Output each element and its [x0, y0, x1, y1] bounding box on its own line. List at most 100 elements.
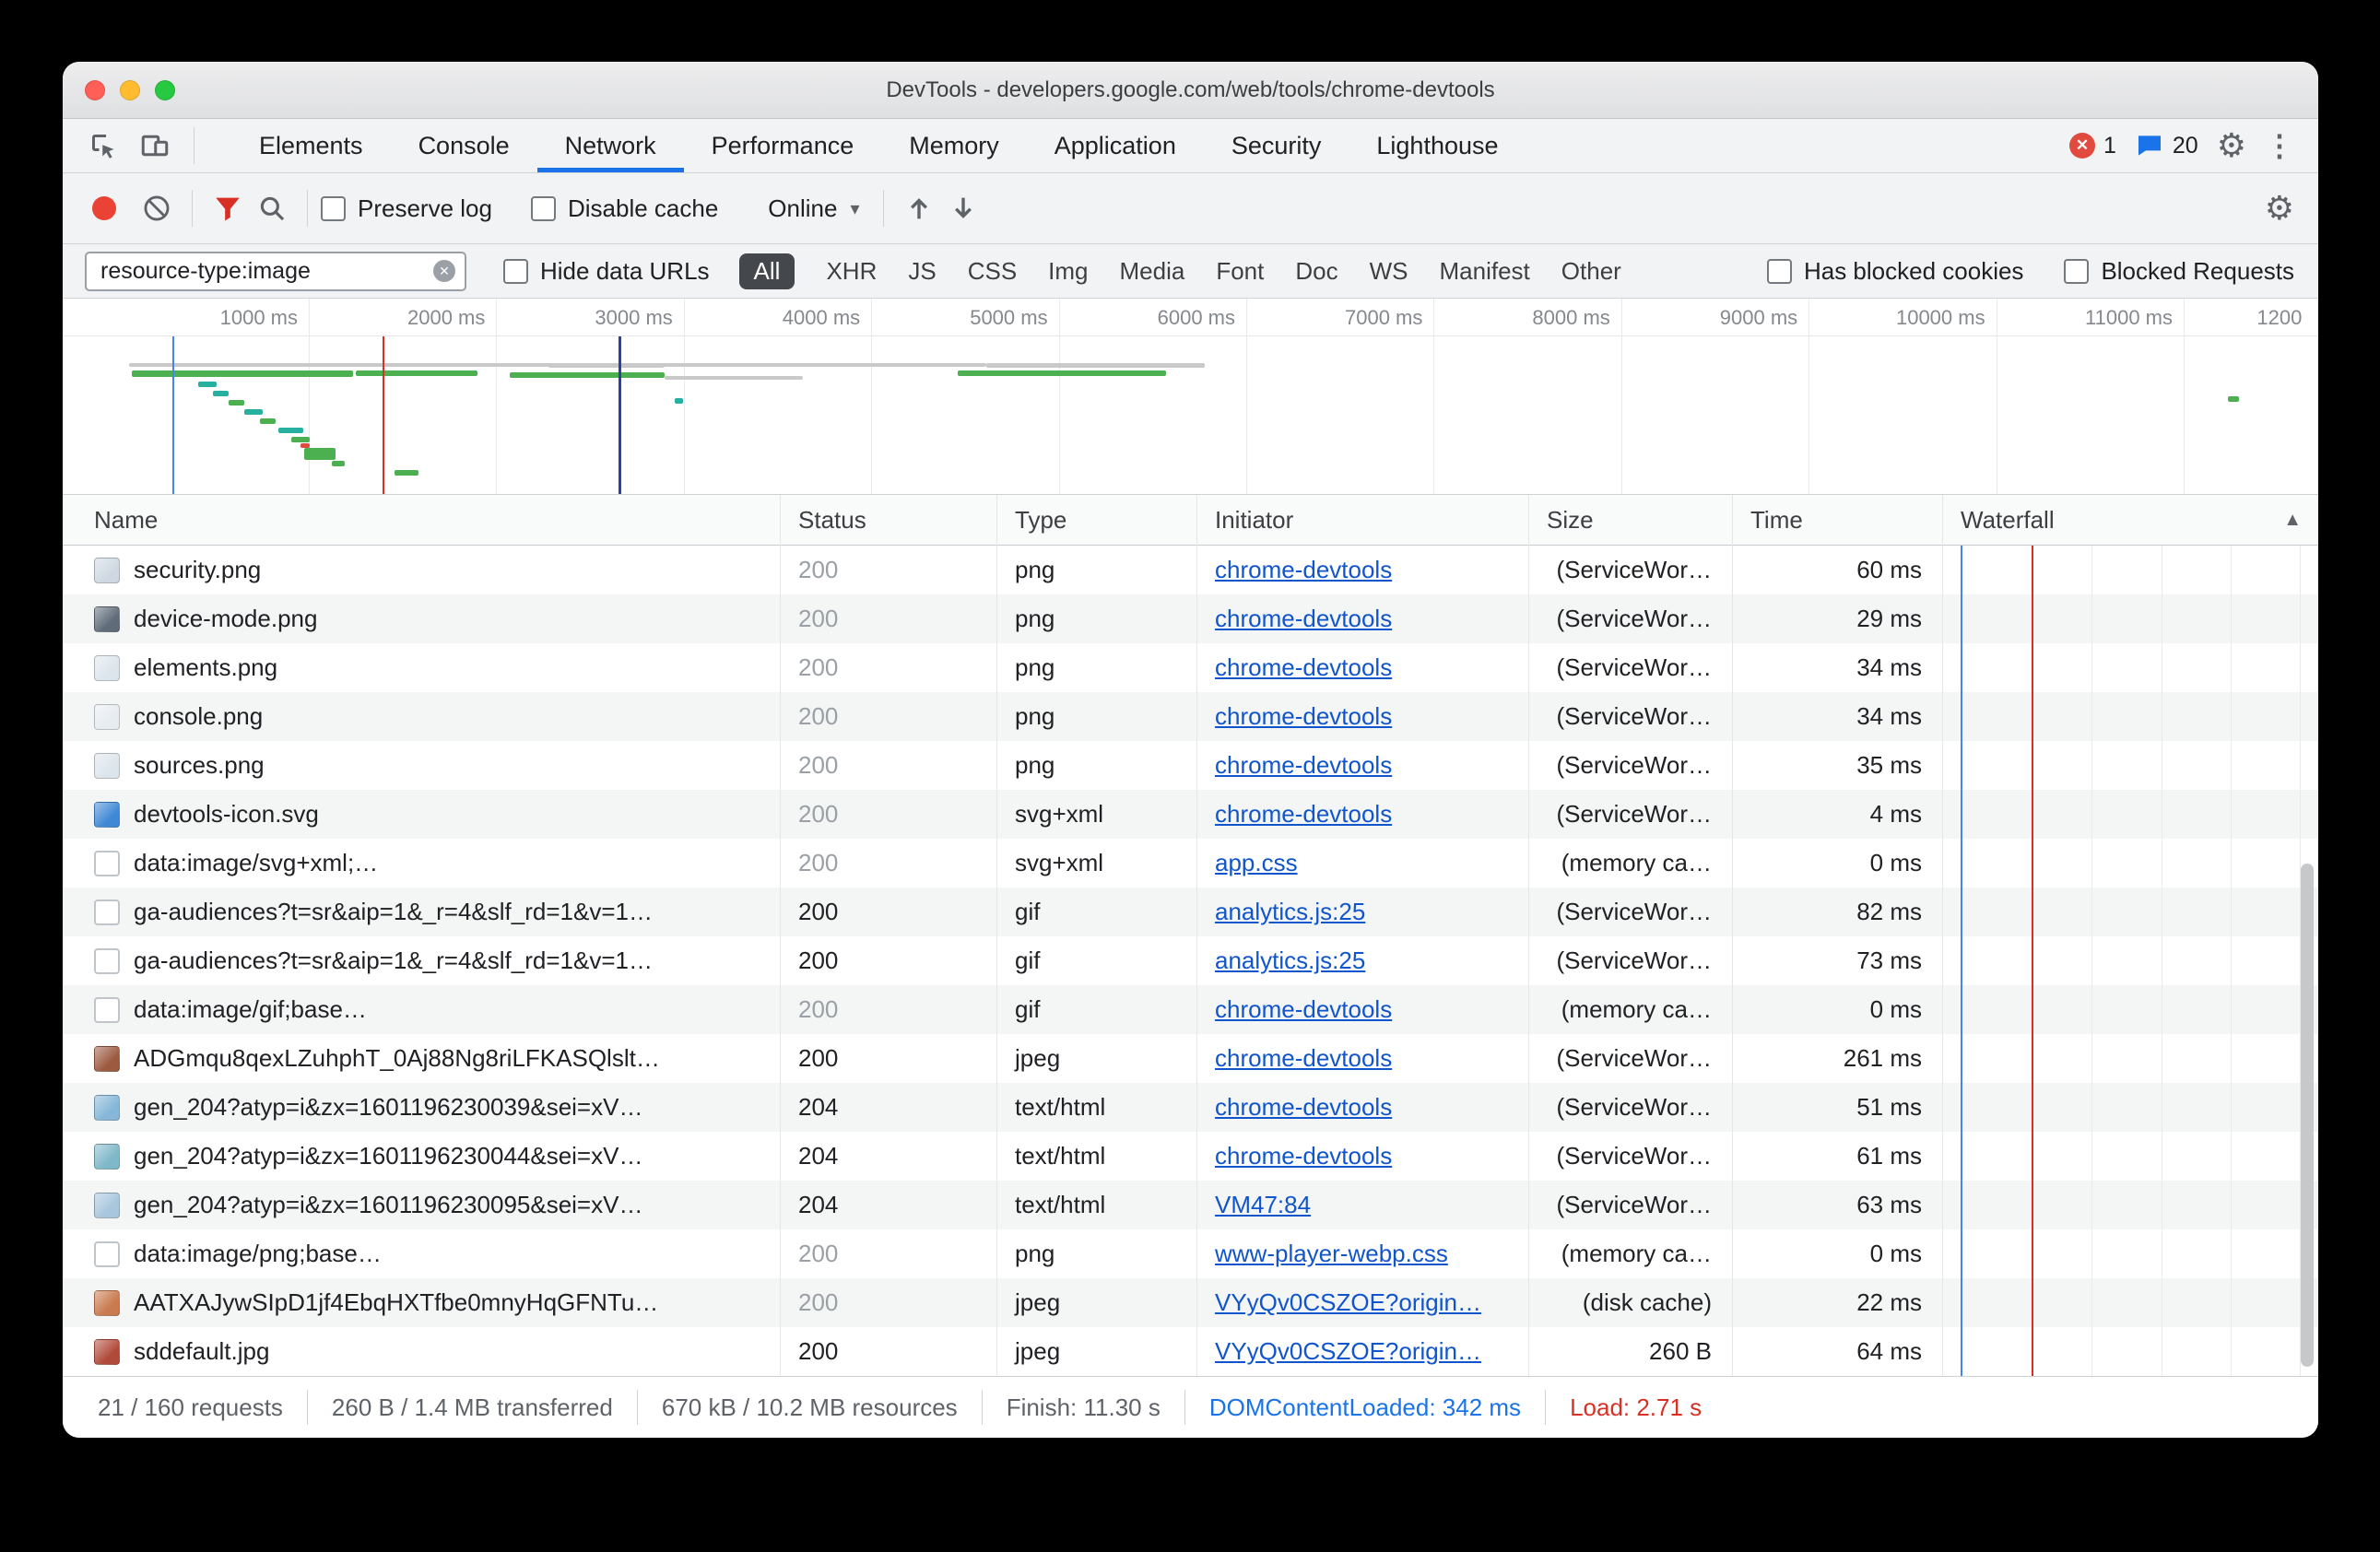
- export-har-button[interactable]: [941, 186, 985, 230]
- initiator-link[interactable]: chrome-devtools: [1215, 751, 1528, 780]
- clear-icon: [141, 193, 172, 224]
- type-filter-other[interactable]: Other: [1561, 257, 1621, 286]
- initiator-link[interactable]: analytics.js:25: [1215, 946, 1528, 975]
- network-settings-gear-icon[interactable]: ⚙: [2265, 192, 2294, 225]
- initiator-link[interactable]: VYyQv0CSZOE?origin…: [1215, 1337, 1528, 1366]
- error-counter[interactable]: ✕ 1: [2069, 133, 2116, 159]
- initiator-cell: VM47:84: [1196, 1191, 1528, 1219]
- hide-data-urls-checkbox[interactable]: [503, 259, 528, 284]
- table-row[interactable]: gen_204?atyp=i&zx=1601196230044&sei=xV…2…: [63, 1132, 2318, 1181]
- initiator-link[interactable]: chrome-devtools: [1215, 1093, 1528, 1122]
- table-row[interactable]: data:image/png;base…200pngwww-player-web…: [63, 1229, 2318, 1278]
- type-filter-ws[interactable]: WS: [1370, 257, 1408, 286]
- import-har-button[interactable]: [897, 186, 941, 230]
- type-filter-css[interactable]: CSS: [968, 257, 1017, 286]
- settings-gear-icon[interactable]: ⚙: [2217, 129, 2246, 162]
- clear-network-log-button[interactable]: [135, 186, 179, 230]
- filter-input[interactable]: [85, 252, 466, 291]
- initiator-link[interactable]: chrome-devtools: [1215, 995, 1528, 1024]
- column-header-name[interactable]: Name: [63, 506, 780, 535]
- table-row[interactable]: gen_204?atyp=i&zx=1601196230095&sei=xV…2…: [63, 1181, 2318, 1229]
- disable-cache-toggle[interactable]: Disable cache: [531, 194, 718, 223]
- preserve-log-checkbox[interactable]: [321, 196, 346, 221]
- overview-activity-bar: [278, 428, 303, 433]
- table-row[interactable]: ga-audiences?t=sr&aip=1&_r=4&slf_rd=1&v=…: [63, 888, 2318, 936]
- initiator-link[interactable]: chrome-devtools: [1215, 605, 1528, 633]
- time-cell: 0 ms: [1732, 1240, 1942, 1268]
- waterfall-header-label: Waterfall: [1961, 506, 2055, 535]
- table-row[interactable]: sddefault.jpg200jpegVYyQv0CSZOE?origin…2…: [63, 1327, 2318, 1376]
- column-header-size[interactable]: Size: [1528, 506, 1732, 535]
- tab-elements[interactable]: Elements: [231, 119, 391, 172]
- table-row[interactable]: gen_204?atyp=i&zx=1601196230039&sei=xV…2…: [63, 1083, 2318, 1132]
- image-thumbnail-icon: [94, 704, 120, 730]
- table-row[interactable]: security.png200pngchrome-devtools(Servic…: [63, 546, 2318, 594]
- column-header-waterfall[interactable]: Waterfall ▲: [1942, 506, 2318, 535]
- table-row[interactable]: sources.png200pngchrome-devtools(Service…: [63, 741, 2318, 790]
- initiator-link[interactable]: chrome-devtools: [1215, 1044, 1528, 1073]
- inspect-element-button[interactable]: [77, 119, 129, 172]
- issues-counter[interactable]: 20: [2135, 131, 2198, 160]
- type-filter-media[interactable]: Media: [1120, 257, 1185, 286]
- tab-application[interactable]: Application: [1027, 119, 1204, 172]
- table-row[interactable]: device-mode.png200pngchrome-devtools(Ser…: [63, 594, 2318, 643]
- initiator-link[interactable]: VYyQv0CSZOE?origin…: [1215, 1288, 1528, 1317]
- table-row[interactable]: ADGmqu8qexLZuhphT_0Aj88Ng8riLFKASQlslt…2…: [63, 1034, 2318, 1083]
- column-header-time[interactable]: Time: [1732, 506, 1942, 535]
- table-row[interactable]: elements.png200pngchrome-devtools(Servic…: [63, 643, 2318, 692]
- initiator-link[interactable]: chrome-devtools: [1215, 556, 1528, 584]
- blocked-requests-checkbox[interactable]: [2064, 259, 2089, 284]
- has-blocked-cookies-toggle[interactable]: Has blocked cookies: [1767, 257, 2023, 286]
- record-network-log-button[interactable]: [92, 196, 116, 220]
- initiator-link[interactable]: analytics.js:25: [1215, 898, 1528, 926]
- network-table-body: security.png200pngchrome-devtools(Servic…: [63, 546, 2318, 1376]
- image-thumbnail-icon: [94, 802, 120, 828]
- has-blocked-cookies-checkbox[interactable]: [1767, 259, 1792, 284]
- table-row[interactable]: console.png200pngchrome-devtools(Service…: [63, 692, 2318, 741]
- vertical-scrollbar[interactable]: [2301, 864, 2314, 1367]
- table-row[interactable]: devtools-icon.svg200svg+xmlchrome-devtoo…: [63, 790, 2318, 839]
- table-row[interactable]: data:image/svg+xml;…200svg+xmlapp.css(me…: [63, 839, 2318, 888]
- tab-network[interactable]: Network: [537, 119, 684, 172]
- tab-security[interactable]: Security: [1204, 119, 1349, 172]
- more-options-icon[interactable]: ⋮: [2265, 131, 2294, 160]
- column-header-type[interactable]: Type: [996, 506, 1196, 535]
- disable-cache-checkbox[interactable]: [531, 196, 556, 221]
- table-row[interactable]: ga-audiences?t=sr&aip=1&_r=4&slf_rd=1&v=…: [63, 936, 2318, 985]
- column-header-initiator[interactable]: Initiator: [1196, 506, 1528, 535]
- preserve-log-toggle[interactable]: Preserve log: [321, 194, 492, 223]
- device-toolbar-button[interactable]: [129, 119, 181, 172]
- initiator-link[interactable]: chrome-devtools: [1215, 800, 1528, 829]
- type-filter-js[interactable]: JS: [908, 257, 936, 286]
- initiator-link[interactable]: VM47:84: [1215, 1191, 1528, 1219]
- tab-memory[interactable]: Memory: [881, 119, 1027, 172]
- hide-data-urls-toggle[interactable]: Hide data URLs: [503, 257, 710, 286]
- column-header-status[interactable]: Status: [780, 506, 996, 535]
- tab-performance[interactable]: Performance: [684, 119, 882, 172]
- initiator-link[interactable]: chrome-devtools: [1215, 1142, 1528, 1170]
- close-window-button[interactable]: [85, 80, 105, 100]
- tab-lighthouse[interactable]: Lighthouse: [1349, 119, 1526, 172]
- clear-filter-icon[interactable]: ✕: [433, 260, 455, 282]
- overview[interactable]: 1000 ms2000 ms3000 ms4000 ms5000 ms6000 …: [63, 299, 2318, 495]
- throttling-dropdown[interactable]: Online ▾: [768, 194, 859, 223]
- type-filter-doc[interactable]: Doc: [1295, 257, 1337, 286]
- table-row[interactable]: data:image/gif;base…200gifchrome-devtool…: [63, 985, 2318, 1034]
- initiator-link[interactable]: app.css: [1215, 849, 1528, 877]
- table-row[interactable]: AATXAJywSIpD1jf4EbqHXTfbe0mnyHqGFNTu…200…: [63, 1278, 2318, 1327]
- blocked-requests-toggle[interactable]: Blocked Requests: [2064, 257, 2294, 286]
- initiator-link[interactable]: www-player-webp.css: [1215, 1240, 1528, 1268]
- initiator-link[interactable]: chrome-devtools: [1215, 653, 1528, 682]
- search-button[interactable]: [250, 186, 294, 230]
- filter-toggle-button[interactable]: [206, 186, 250, 230]
- initiator-link[interactable]: chrome-devtools: [1215, 702, 1528, 731]
- type-filter-all[interactable]: All: [739, 253, 795, 289]
- minimize-window-button[interactable]: [120, 80, 140, 100]
- zoom-window-button[interactable]: [155, 80, 175, 100]
- type-filter-xhr[interactable]: XHR: [826, 257, 877, 286]
- tab-console[interactable]: Console: [391, 119, 537, 172]
- type-filter-manifest[interactable]: Manifest: [1440, 257, 1530, 286]
- type-filter-img[interactable]: Img: [1048, 257, 1088, 286]
- type-filter-font[interactable]: Font: [1216, 257, 1264, 286]
- table-header: Name Status Type Initiator Size Time Wat…: [63, 495, 2318, 546]
